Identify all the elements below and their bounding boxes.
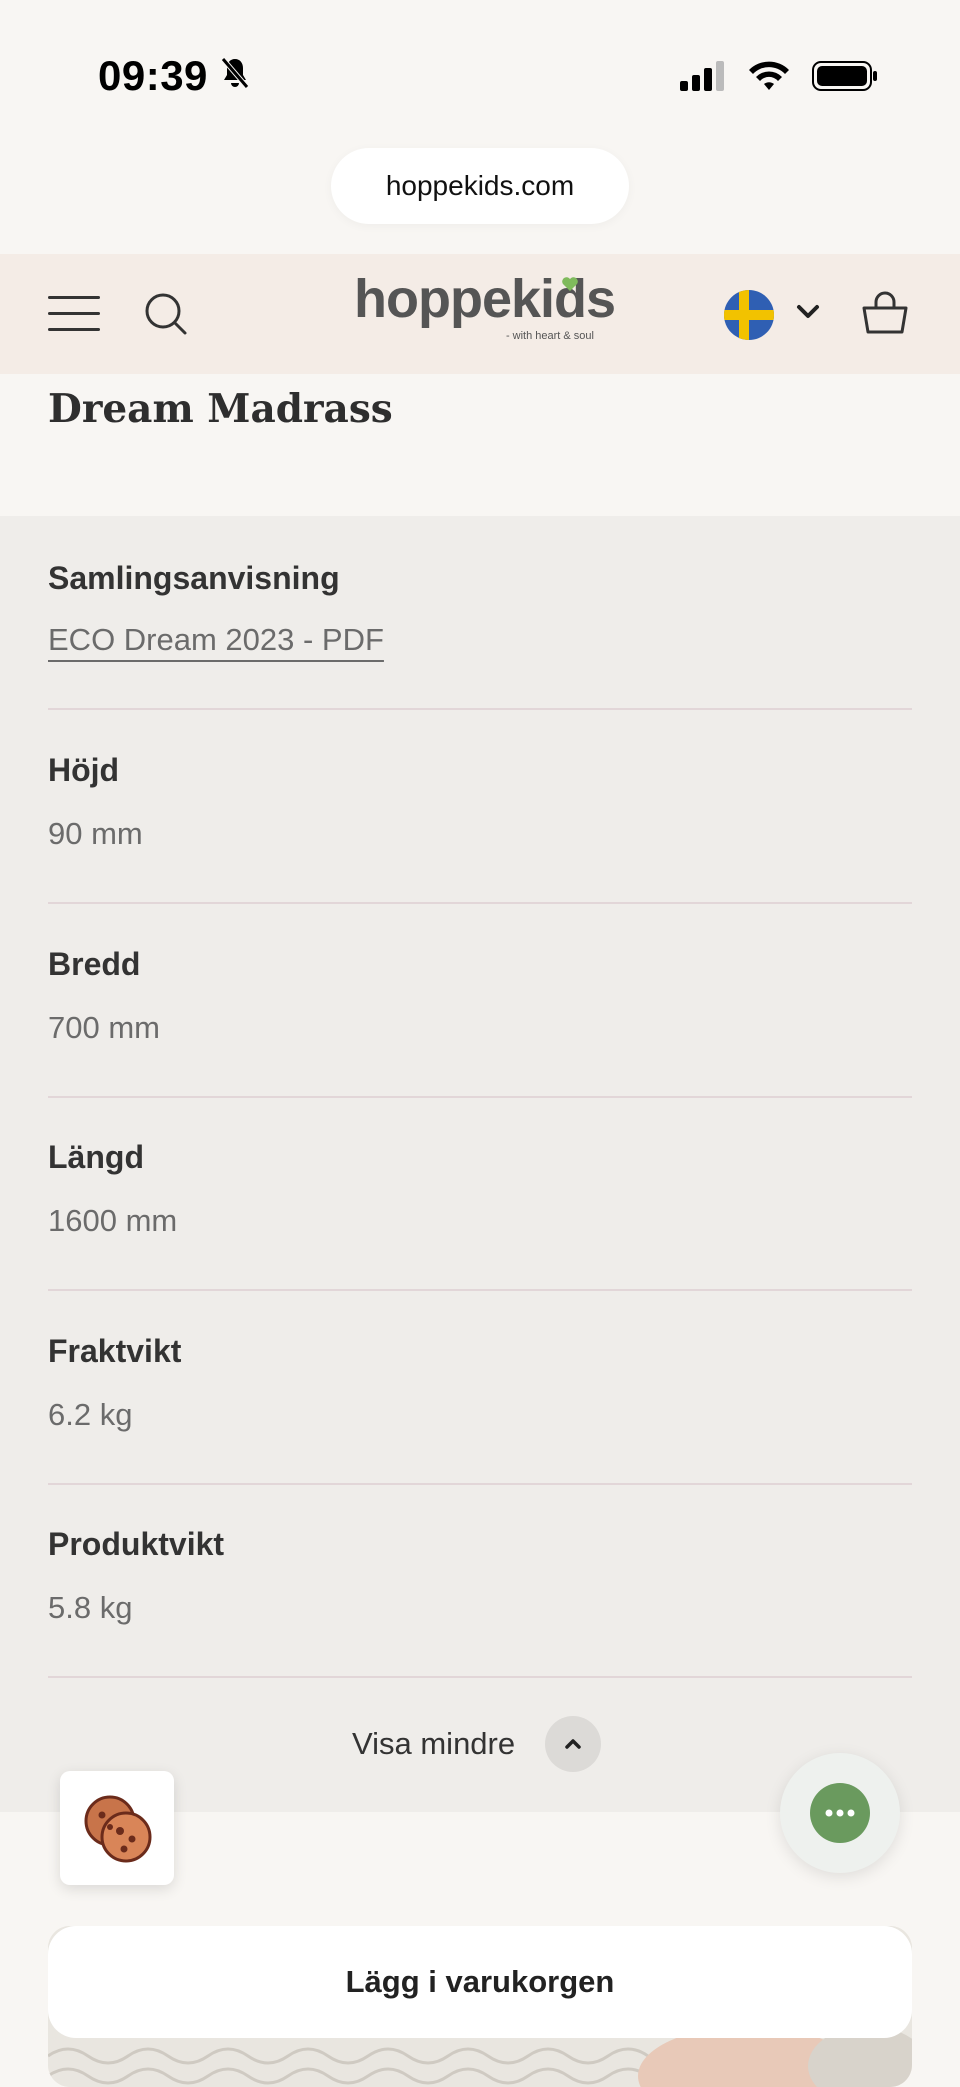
spec-row-height: Höjd 90 mm <box>48 752 912 904</box>
spec-label: Bredd <box>48 946 141 982</box>
status-icons <box>680 60 878 97</box>
spec-row-assembly: Samlingsanvisning ECO Dream 2023 - PDF <box>48 560 912 710</box>
spec-value: 90 mm <box>48 816 143 851</box>
clock: 09:39 <box>98 52 250 100</box>
sweden-flag-icon[interactable] <box>724 290 774 340</box>
menu-icon-line <box>48 328 100 331</box>
spec-label: Höjd <box>48 752 120 788</box>
spec-row-width: Bredd 700 mm <box>48 946 912 1098</box>
logo-tagline: - with heart & soul <box>505 330 594 342</box>
add-to-cart-button[interactable]: Lägg i varukorgen <box>48 1926 912 2038</box>
menu-icon-line <box>48 296 100 299</box>
cart-button[interactable] <box>860 288 910 343</box>
spec-label: Samlingsanvisning <box>48 560 340 596</box>
product-title: Dream Madrass <box>48 386 393 432</box>
spec-label: Produktvikt <box>48 1526 225 1562</box>
cellular-signal-icon <box>680 61 726 96</box>
show-less-toggle[interactable]: Visa mindre <box>352 1716 602 1772</box>
battery-icon <box>812 60 878 97</box>
site-logo[interactable]: hoppekids - with heart & soul <box>354 272 616 352</box>
address-bar-url: hoppekids.com <box>385 170 575 201</box>
spec-value: 1600 mm <box>48 1203 178 1238</box>
menu-button[interactable] <box>48 296 100 332</box>
menu-icon-line <box>48 312 100 315</box>
site-header: hoppekids - with heart & soul <box>0 254 960 374</box>
search-button[interactable] <box>144 292 188 341</box>
status-bar: 09:39 <box>0 0 960 150</box>
cookie-settings-button[interactable] <box>60 1771 174 1885</box>
cookie-icon <box>84 1795 152 1863</box>
add-to-cart-label: Lägg i varukorgen <box>345 1964 615 1999</box>
wifi-icon <box>748 60 790 97</box>
show-less-label: Visa mindre <box>352 1726 516 1761</box>
heart-icon <box>562 277 578 291</box>
spec-label: Längd <box>48 1139 144 1175</box>
assembly-pdf-link[interactable]: ECO Dream 2023 - PDF <box>48 622 384 658</box>
chevron-up-icon[interactable] <box>545 1716 602 1772</box>
chevron-down-icon[interactable] <box>796 304 820 325</box>
spec-row-length: Längd 1600 mm <box>48 1139 912 1291</box>
spec-row-shipping-weight: Fraktvikt 6.2 kg <box>48 1333 912 1485</box>
spec-value: 5.8 kg <box>48 1590 133 1625</box>
search-icon <box>145 293 187 335</box>
clock-time: 09:39 <box>98 52 208 99</box>
cart-icon <box>862 291 908 334</box>
spec-value: 6.2 kg <box>48 1397 133 1432</box>
chat-button[interactable] <box>780 1753 900 1873</box>
spec-value: 700 mm <box>48 1010 160 1045</box>
address-bar[interactable]: hoppekids.com <box>331 148 629 224</box>
chat-bubble-icon <box>810 1783 870 1843</box>
spec-row-product-weight: Produktvikt 5.8 kg <box>48 1526 912 1678</box>
spec-label: Fraktvikt <box>48 1333 182 1369</box>
bell-muted-icon <box>220 52 250 100</box>
